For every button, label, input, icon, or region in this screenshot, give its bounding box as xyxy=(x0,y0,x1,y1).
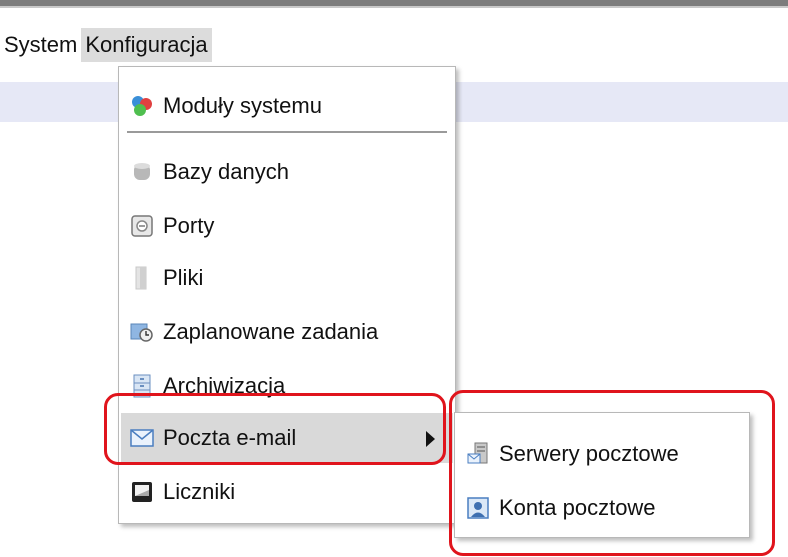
menu-item-label: Zaplanowane zadania xyxy=(163,319,379,344)
menu-item-databases[interactable]: Bazy danych xyxy=(121,147,453,197)
email-submenu: Serwery pocztowe Konta pocztowe xyxy=(454,412,750,538)
submenu-item-label: Serwery pocztowe xyxy=(499,441,679,466)
menu-item-label: Pliki xyxy=(163,265,204,290)
menu-item-modules[interactable]: Moduły systemu xyxy=(121,81,453,131)
menu-item-label: Archiwizacja xyxy=(163,373,286,398)
archive-icon xyxy=(129,374,155,398)
counter-icon xyxy=(129,481,155,503)
database-icon xyxy=(129,161,155,183)
modules-icon xyxy=(129,95,155,117)
menu-separator xyxy=(127,131,447,133)
menu-item-archive[interactable]: Archiwizacja xyxy=(121,361,453,411)
mail-account-icon xyxy=(465,497,491,519)
mail-icon xyxy=(129,427,155,449)
submenu-item-label: Konta pocztowe xyxy=(499,495,656,520)
menubar: System Konfiguracja xyxy=(0,26,212,64)
menu-item-files[interactable]: Pliki xyxy=(121,253,453,303)
konfiguracja-menu: Moduły systemu Bazy danych Porty Pliki Z… xyxy=(118,66,456,524)
menu-item-label: Poczta e-mail xyxy=(163,425,297,450)
menu-item-counters[interactable]: Liczniki xyxy=(121,467,453,517)
menu-item-label: Liczniki xyxy=(163,479,236,504)
menu-item-label: Moduły systemu xyxy=(163,93,322,118)
scheduled-tasks-icon xyxy=(129,321,155,343)
menu-item-email[interactable]: Poczta e-mail xyxy=(121,413,453,463)
menu-item-scheduled-tasks[interactable]: Zaplanowane zadania xyxy=(121,307,453,357)
menu-item-ports[interactable]: Porty xyxy=(121,201,453,251)
menubar-item-system[interactable]: System xyxy=(0,28,81,62)
mail-server-icon xyxy=(465,442,491,465)
files-icon xyxy=(129,266,155,290)
menubar-item-konfiguracja[interactable]: Konfiguracja xyxy=(81,28,212,62)
port-icon xyxy=(129,215,155,237)
submenu-arrow-icon xyxy=(426,431,435,447)
submenu-item-mail-accounts[interactable]: Konta pocztowe xyxy=(457,483,747,533)
window-top-border-shadow xyxy=(0,6,788,8)
menu-item-label: Bazy danych xyxy=(163,159,289,184)
menu-item-label: Porty xyxy=(163,213,215,238)
submenu-item-mail-servers[interactable]: Serwery pocztowe xyxy=(457,429,747,479)
